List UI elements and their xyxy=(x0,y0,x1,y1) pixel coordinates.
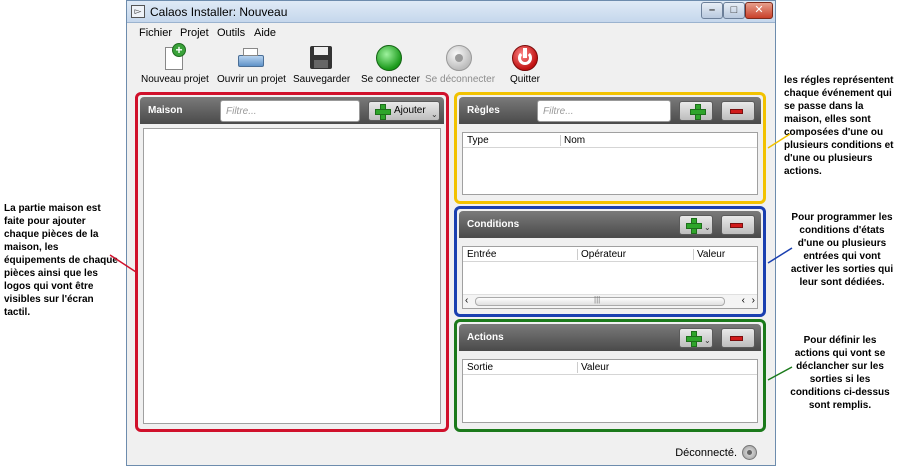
remove-action-button[interactable] xyxy=(721,328,755,348)
regles-header-row: Type Nom xyxy=(463,133,757,148)
column-operateur[interactable]: Opérateur xyxy=(581,249,626,260)
column-valeur[interactable]: Valeur xyxy=(697,249,725,260)
maison-title: Maison xyxy=(148,105,183,116)
regles-panel: Règles Filtre... Type Nom xyxy=(454,92,766,204)
disconnect-button[interactable]: Se déconnecter xyxy=(425,45,495,85)
conditions-panel: Conditions ⌄ Entrée Opérateur Valeur ‹ |… xyxy=(454,206,766,317)
add-button[interactable]: Ajouter ⌄ xyxy=(368,101,440,121)
window-title: Calaos Installer: Nouveau xyxy=(150,5,288,19)
column-nom[interactable]: Nom xyxy=(564,135,585,146)
gray-circle-icon xyxy=(446,45,472,71)
conditions-header-row: Entrée Opérateur Valeur xyxy=(463,247,757,262)
add-condition-button[interactable]: ⌄ xyxy=(679,215,713,235)
maison-header: Maison Filtre... Ajouter ⌄ xyxy=(140,97,444,124)
chevron-down-icon: ⌄ xyxy=(704,223,711,232)
plus-icon xyxy=(375,104,391,120)
minimize-button[interactable]: – xyxy=(701,2,723,19)
plus-icon xyxy=(690,104,706,120)
actions-header-row: Sortie Valeur xyxy=(463,360,757,375)
app-icon: ▻ xyxy=(131,5,145,18)
column-entree[interactable]: Entrée xyxy=(467,249,496,260)
column-valeur[interactable]: Valeur xyxy=(581,362,609,373)
grip-icon: ||| xyxy=(594,295,601,304)
scrollbar-thumb[interactable]: ||| xyxy=(475,295,725,306)
new-project-button[interactable]: + Nouveau projet xyxy=(141,43,209,85)
conditions-title: Conditions xyxy=(467,219,520,230)
connect-button[interactable]: Se connecter xyxy=(361,45,420,85)
printer-icon xyxy=(237,45,264,71)
actions-header: Actions ⌄ xyxy=(459,324,761,351)
chevron-down-icon: ⌄ xyxy=(431,110,438,119)
menu-projet[interactable]: Projet xyxy=(180,27,209,39)
floppy-disk-icon xyxy=(308,45,334,71)
annotation-conditions: Pour programmer les conditions d'états d… xyxy=(790,212,894,288)
menu-aide[interactable]: Aide xyxy=(254,27,276,39)
column-type[interactable]: Type xyxy=(467,135,489,146)
maximize-icon: □ xyxy=(730,4,738,16)
title-bar[interactable]: ▻ Calaos Installer: Nouveau – □ ✕ xyxy=(127,1,775,23)
close-icon: ✕ xyxy=(754,4,764,16)
quit-button[interactable]: Quitter xyxy=(505,45,545,85)
regles-title: Règles xyxy=(467,105,500,116)
green-circle-icon xyxy=(376,45,402,71)
maximize-button[interactable]: □ xyxy=(723,2,745,19)
save-button[interactable]: Sauvegarder xyxy=(293,45,350,85)
app-window: ▻ Calaos Installer: Nouveau – □ ✕ Fichie… xyxy=(126,0,776,466)
disconnected-icon xyxy=(742,445,757,460)
scroll-left-icon[interactable]: ‹ xyxy=(465,295,468,306)
close-button[interactable]: ✕ xyxy=(745,2,773,19)
annotation-actions: Pour définir les actions qui vont se déc… xyxy=(790,335,890,411)
conditions-list[interactable]: Entrée Opérateur Valeur ‹ ||| ‹ › xyxy=(462,246,758,309)
menu-outils[interactable]: Outils xyxy=(217,27,245,39)
chevron-down-icon: ⌄ xyxy=(704,336,711,345)
annotation-regles: les régles représentent chaque événement… xyxy=(784,75,894,177)
scroll-right-icon[interactable]: ‹ xyxy=(742,295,745,306)
menu-fichier[interactable]: Fichier xyxy=(139,27,172,39)
minus-icon xyxy=(730,109,743,114)
remove-condition-button[interactable] xyxy=(721,215,755,235)
minus-icon xyxy=(730,223,743,228)
horizontal-scrollbar[interactable]: ‹ ||| ‹ › xyxy=(463,294,757,308)
maison-filter-input[interactable]: Filtre... xyxy=(220,100,360,122)
power-icon xyxy=(512,45,538,71)
add-rule-button[interactable] xyxy=(679,101,713,121)
plus-icon xyxy=(686,331,702,347)
maison-panel: Maison Filtre... Ajouter ⌄ xyxy=(135,92,449,432)
column-sortie[interactable]: Sortie xyxy=(467,362,493,373)
toolbar: + Nouveau projet Ouvrir un projet Sauveg… xyxy=(127,43,775,91)
open-project-button[interactable]: Ouvrir un projet xyxy=(217,45,286,85)
status-bar: Déconnecté. xyxy=(127,435,775,465)
actions-title: Actions xyxy=(467,332,504,343)
regles-list[interactable]: Type Nom xyxy=(462,132,758,195)
minimize-icon: – xyxy=(708,4,716,16)
regles-header: Règles Filtre... xyxy=(459,97,761,124)
actions-list[interactable]: Sortie Valeur xyxy=(462,359,758,423)
annotation-maison: La partie maison est faite pour ajouter … xyxy=(4,203,118,318)
minus-icon xyxy=(730,336,743,341)
conditions-header: Conditions ⌄ xyxy=(459,211,761,238)
new-document-icon: + xyxy=(161,43,187,71)
regles-filter-input[interactable]: Filtre... xyxy=(537,100,671,122)
actions-panel: Actions ⌄ Sortie Valeur xyxy=(454,319,766,432)
scroll-right-arrow-icon[interactable]: › xyxy=(752,295,755,306)
connection-status: Déconnecté. xyxy=(675,447,737,459)
menu-bar: Fichier Projet Outils Aide xyxy=(127,23,775,43)
add-action-button[interactable]: ⌄ xyxy=(679,328,713,348)
remove-rule-button[interactable] xyxy=(721,101,755,121)
maison-tree[interactable] xyxy=(143,128,441,424)
plus-icon xyxy=(686,218,702,234)
